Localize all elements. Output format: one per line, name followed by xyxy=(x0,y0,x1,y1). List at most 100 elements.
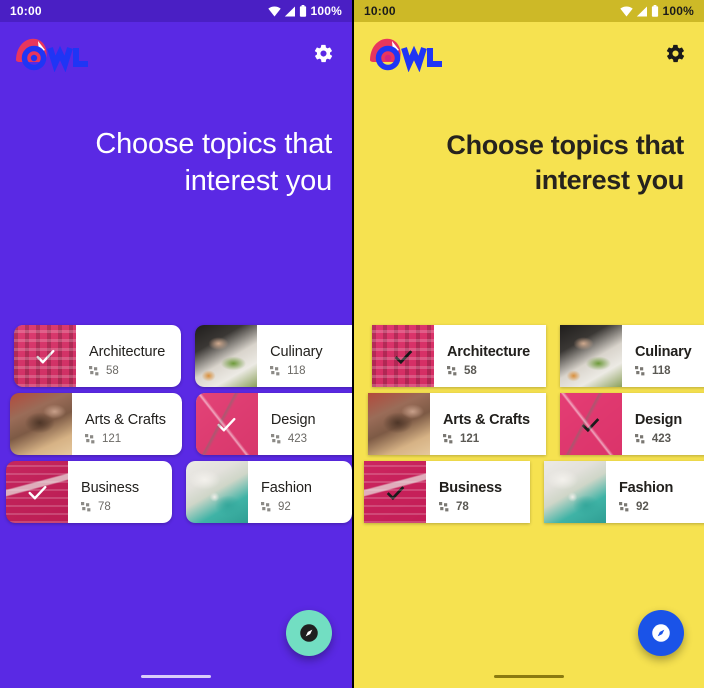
topic-thumbnail xyxy=(372,325,434,387)
grid-icon xyxy=(635,366,645,376)
phone-preview-purple-theme: 10:00 100% Choose topics that interest y… xyxy=(0,0,352,688)
topic-count: 118 xyxy=(270,365,345,377)
topic-count-value: 121 xyxy=(102,433,122,445)
explore-fab[interactable] xyxy=(638,610,684,656)
topic-card-culinary[interactable]: Culinary 118 xyxy=(195,325,352,387)
topic-meta: Architecture 58 xyxy=(434,325,547,387)
theme-comparison-stage: 10:00 100% Choose topics that interest y… xyxy=(0,0,704,688)
grid-icon xyxy=(443,434,453,444)
topic-count: 78 xyxy=(439,501,514,513)
topic-name: Business xyxy=(439,480,502,496)
topic-name: Arts & Crafts xyxy=(443,412,530,428)
gear-icon xyxy=(666,44,684,62)
topic-count: 78 xyxy=(81,501,156,513)
topic-card-business[interactable]: Business 78 xyxy=(364,461,530,523)
check-icon xyxy=(35,349,55,363)
topic-count: 92 xyxy=(619,501,694,513)
topic-meta: Culinary 118 xyxy=(622,325,704,387)
selection-overlay xyxy=(195,393,258,455)
topic-count-value: 118 xyxy=(652,365,671,377)
check-icon xyxy=(217,417,236,431)
phone-preview-yellow-theme: 10:00 100% Choose topics that interest y… xyxy=(354,0,704,688)
topic-count-value: 423 xyxy=(287,433,308,445)
topic-thumbnail xyxy=(10,393,72,455)
topic-count-value: 78 xyxy=(98,501,111,513)
selection-overlay xyxy=(372,325,434,387)
settings-button[interactable] xyxy=(660,38,690,68)
check-icon xyxy=(386,485,404,500)
topic-meta: Architecture 58 xyxy=(76,325,182,387)
owl-logo[interactable] xyxy=(12,33,112,73)
topic-card-fashion[interactable]: Fashion 92 xyxy=(186,461,352,523)
battery-percent-label: 100% xyxy=(662,4,694,18)
topic-name: Fashion xyxy=(261,480,312,496)
app-bar xyxy=(0,22,352,84)
topic-meta: Culinary 118 xyxy=(257,325,352,387)
gear-icon xyxy=(314,44,332,62)
topic-name: Arts & Crafts xyxy=(85,412,166,428)
topic-thumbnail xyxy=(195,325,258,387)
topic-thumbnail xyxy=(14,325,76,387)
topic-row: Arts & Crafts 121 Design 423 xyxy=(354,393,704,455)
topic-meta: Arts & Crafts 121 xyxy=(430,393,546,455)
grid-icon xyxy=(261,502,271,512)
topic-meta: Fashion 92 xyxy=(606,461,704,523)
topic-count: 423 xyxy=(270,433,346,445)
settings-button[interactable] xyxy=(308,38,338,68)
cellular-signal-icon xyxy=(636,6,647,16)
grid-icon xyxy=(81,502,91,512)
compass-explore-icon xyxy=(300,624,318,642)
topic-row: Architecture 58 Culinary 118 xyxy=(354,325,704,387)
topic-row: Arts & Crafts 121 Design 423 xyxy=(0,393,352,455)
grid-icon xyxy=(89,366,99,376)
topic-card-business[interactable]: Business 78 xyxy=(6,461,172,523)
topic-name: Culinary xyxy=(270,344,323,360)
topic-card-architecture[interactable]: Architecture 58 xyxy=(372,325,547,387)
page-headline: Choose topics that interest you xyxy=(95,128,332,198)
topic-thumbnail xyxy=(368,393,430,455)
topic-card-design[interactable]: Design 423 xyxy=(195,393,352,455)
topic-meta: Business 78 xyxy=(68,461,172,523)
topic-card-architecture[interactable]: Architecture 58 xyxy=(14,325,182,387)
topic-meta: Arts & Crafts 121 xyxy=(72,393,182,455)
grid-icon xyxy=(619,502,629,512)
grid-icon xyxy=(85,434,95,444)
grid-icon xyxy=(447,366,457,376)
topic-count: 92 xyxy=(261,501,336,513)
topic-thumbnail xyxy=(186,461,248,523)
explore-fab[interactable] xyxy=(286,610,332,656)
wifi-icon xyxy=(619,5,633,16)
topic-name: Architecture xyxy=(447,344,531,360)
app-bar xyxy=(354,22,704,84)
selection-overlay xyxy=(559,393,622,455)
topic-count-value: 78 xyxy=(456,501,469,513)
topic-count-value: 118 xyxy=(287,365,306,377)
topic-count: 118 xyxy=(635,365,704,377)
topic-count: 423 xyxy=(634,433,704,445)
grid-icon xyxy=(270,434,281,444)
owl-logo[interactable] xyxy=(366,33,466,73)
page-headline: Choose topics that interest you xyxy=(446,130,684,196)
home-indicator xyxy=(354,675,704,678)
topic-name: Fashion xyxy=(619,480,674,496)
topic-card-arts-crafts[interactable]: Arts & Crafts 121 xyxy=(368,393,546,455)
battery-icon xyxy=(651,5,658,17)
cellular-signal-icon xyxy=(284,6,295,16)
topic-meta: Business 78 xyxy=(426,461,530,523)
topic-name: Culinary xyxy=(635,344,692,360)
topic-card-culinary[interactable]: Culinary 118 xyxy=(560,325,704,387)
selection-overlay xyxy=(364,461,426,523)
owl-logo-icon xyxy=(370,38,442,72)
topic-list: Architecture 58 Culinary 118 Arts & Craf… xyxy=(0,325,352,529)
status-bar: 10:00 100% xyxy=(0,0,352,22)
topic-card-design[interactable]: Design 423 xyxy=(559,393,704,455)
topic-count-value: 58 xyxy=(464,365,477,377)
topic-card-fashion[interactable]: Fashion 92 xyxy=(544,461,704,523)
topic-name: Design xyxy=(270,412,316,428)
topic-count-value: 58 xyxy=(106,365,119,377)
topic-name: Architecture xyxy=(89,344,166,360)
topic-card-arts-crafts[interactable]: Arts & Crafts 121 xyxy=(10,393,182,455)
topic-thumbnail xyxy=(559,393,622,455)
topic-row: Architecture 58 Culinary 118 xyxy=(0,325,352,387)
topic-thumbnail xyxy=(195,393,258,455)
